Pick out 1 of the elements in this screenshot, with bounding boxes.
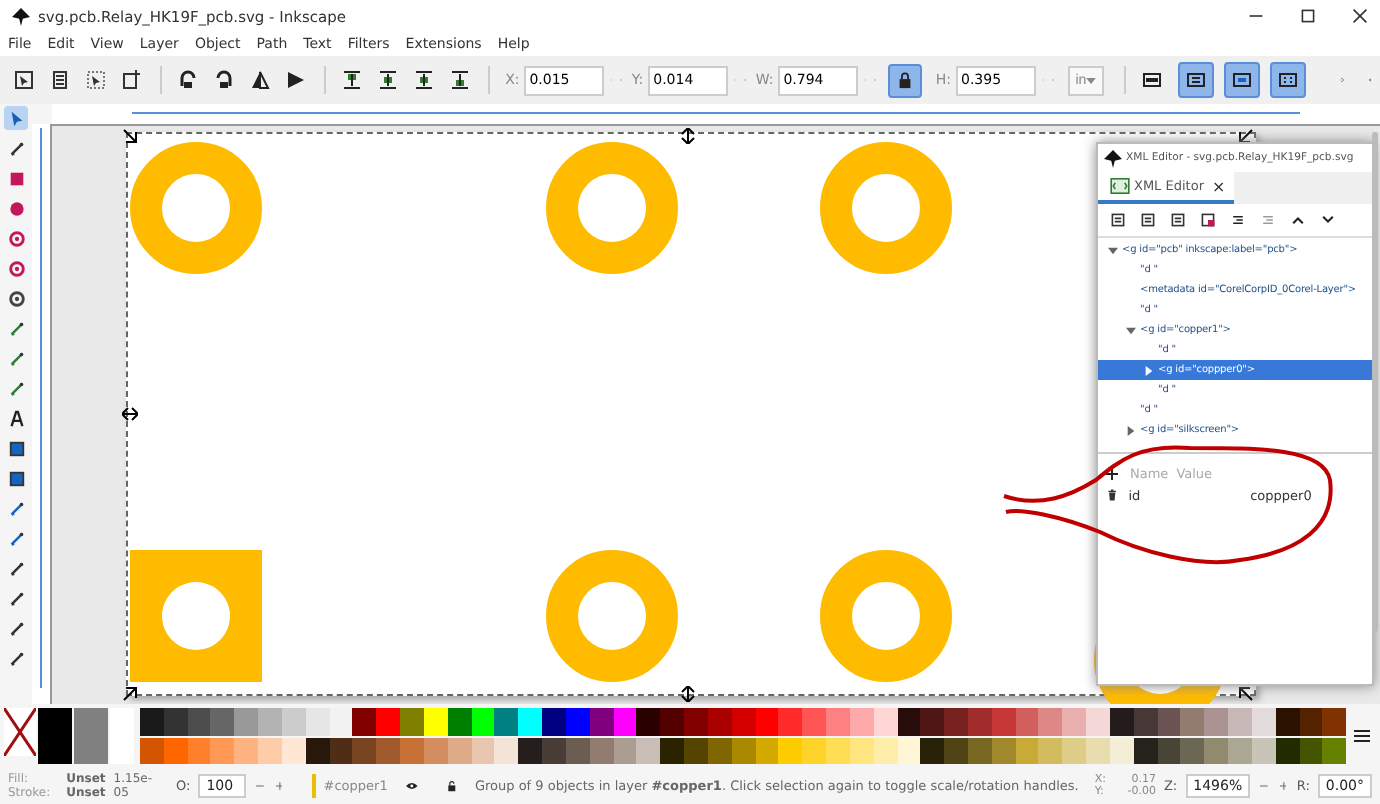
close-tab-button[interactable]: × <box>1212 177 1226 195</box>
